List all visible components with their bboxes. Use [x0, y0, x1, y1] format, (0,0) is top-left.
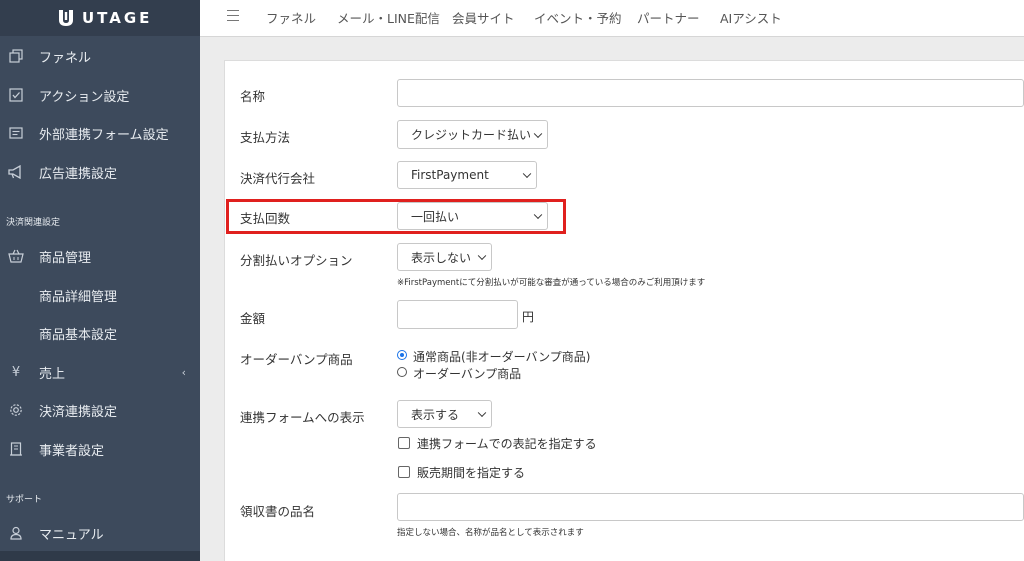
payment-method-select[interactable]: クレジットカード払い	[397, 120, 548, 149]
product-form-card	[224, 60, 1024, 561]
sidebar-item-products[interactable]: 商品管理	[0, 237, 200, 275]
name-input[interactable]	[397, 79, 1024, 107]
agent-value: FirstPayment	[411, 168, 489, 182]
amount-label: 金額	[240, 311, 266, 326]
sidebar-item-label: ファネル	[39, 50, 92, 66]
notation-checkbox-label: 連携フォームでの表記を指定する	[417, 437, 597, 451]
sidebar: UTAGE ファネル アクション設定 外部連携フォーム設定 広告連携設定 決済関…	[0, 0, 200, 561]
person-icon	[8, 525, 24, 541]
sidebar-item-label: 商品管理	[39, 250, 92, 266]
split-option-value: 表示しない	[411, 250, 472, 265]
agent-label: 決済代行会社	[240, 171, 316, 186]
split-option-select[interactable]: 表示しない	[397, 243, 492, 271]
sidebar-item-label: 決済連携設定	[39, 404, 118, 420]
receipt-hint: 指定しない場合、名称が品名として表示されます	[397, 528, 584, 538]
basket-icon	[8, 248, 24, 264]
orderbump-radio-normal[interactable]	[397, 350, 407, 360]
sidebar-item-external-form[interactable]: 外部連携フォーム設定	[0, 114, 200, 152]
hamburger-menu-icon[interactable]	[227, 10, 239, 21]
chevron-down-icon	[477, 408, 487, 418]
sidebar-item-label: マニュアル	[39, 527, 104, 543]
split-option-label: 分割払いオプション	[240, 253, 353, 268]
agent-select[interactable]: FirstPayment	[397, 161, 537, 189]
sidebar-item-label: 外部連携フォーム設定	[39, 127, 169, 143]
form-display-value: 表示する	[411, 407, 460, 422]
highlight-box	[226, 199, 566, 234]
sales-period-checkbox-label: 販売期間を指定する	[417, 466, 526, 480]
orderbump-option-normal: 通常商品(非オーダーバンプ商品)	[413, 350, 591, 364]
amount-unit: 円	[522, 310, 535, 324]
form-display-label: 連携フォームへの表示	[240, 410, 365, 425]
sidebar-item-label: 広告連携設定	[39, 166, 118, 182]
sidebar-item-sales[interactable]: ¥ 売上 ‹	[0, 353, 200, 391]
sidebar-item-label: 商品詳細管理	[39, 289, 118, 305]
amount-input[interactable]	[397, 300, 518, 329]
building-icon	[8, 441, 24, 457]
sidebar-item-label: 事業者設定	[39, 443, 105, 459]
sidebar-item-label: 商品基本設定	[39, 327, 118, 343]
top-nav-partner[interactable]: パートナー	[637, 8, 700, 27]
sidebar-footer	[0, 551, 200, 561]
logo[interactable]: UTAGE	[0, 0, 200, 36]
receipt-input[interactable]	[397, 493, 1024, 521]
orderbump-radio-bump[interactable]	[397, 367, 407, 377]
chevron-down-icon	[533, 129, 543, 138]
top-nav-events[interactable]: イベント・予約	[534, 8, 622, 27]
chevron-left-icon: ‹	[181, 365, 186, 379]
sidebar-item-business[interactable]: 事業者設定	[0, 430, 200, 468]
notation-checkbox[interactable]	[398, 437, 410, 449]
orderbump-option-bump: オーダーバンプ商品	[413, 367, 522, 381]
sidebar-item-ad-integration[interactable]: 広告連携設定	[0, 153, 200, 191]
split-option-hint: ※FirstPaymentにて分割払いが可能な審査が通っている場合のみご利用頂け…	[397, 278, 706, 288]
payment-method-label: 支払方法	[240, 130, 291, 145]
section-title-support: サポート	[6, 495, 43, 505]
utage-logo-icon	[58, 9, 74, 27]
payment-method-value: クレジットカード払い	[411, 128, 532, 142]
gear-icon	[8, 402, 24, 418]
name-label: 名称	[240, 89, 266, 104]
chevron-down-icon	[522, 169, 532, 179]
form-icon	[8, 125, 24, 141]
receipt-label: 領収書の品名	[240, 504, 316, 519]
top-nav-ai-assist[interactable]: AIアシスト	[720, 8, 782, 27]
top-nav-funnel[interactable]: ファネル	[266, 8, 316, 27]
sidebar-item-funnel[interactable]: ファネル	[0, 37, 200, 75]
sidebar-item-label: 売上	[39, 366, 66, 382]
copy-icon	[8, 48, 24, 64]
orderbump-label: オーダーバンプ商品	[240, 352, 353, 367]
sidebar-item-label: アクション設定	[39, 89, 130, 105]
section-title-payment: 決済関連設定	[6, 218, 61, 228]
logo-text: UTAGE	[82, 9, 153, 27]
sales-period-checkbox[interactable]	[398, 466, 410, 478]
topbar: ファネル メール・LINE配信 会員サイト イベント・予約 パートナー AIアシ…	[200, 0, 1024, 37]
chevron-down-icon	[477, 251, 487, 261]
sidebar-item-product-details[interactable]: 商品詳細管理	[0, 276, 200, 314]
top-nav-member-site[interactable]: 会員サイト	[452, 8, 515, 27]
yen-icon: ¥	[11, 364, 21, 380]
form-display-select[interactable]: 表示する	[397, 400, 492, 428]
sidebar-item-action[interactable]: アクション設定	[0, 76, 200, 114]
sidebar-item-payment-integration[interactable]: 決済連携設定	[0, 391, 200, 429]
megaphone-icon	[8, 164, 24, 180]
sidebar-item-product-basics[interactable]: 商品基本設定	[0, 314, 200, 352]
sidebar-item-manual[interactable]: マニュアル	[0, 514, 200, 552]
checkbox-icon	[8, 87, 24, 103]
top-nav-mail-line[interactable]: メール・LINE配信	[337, 8, 440, 27]
